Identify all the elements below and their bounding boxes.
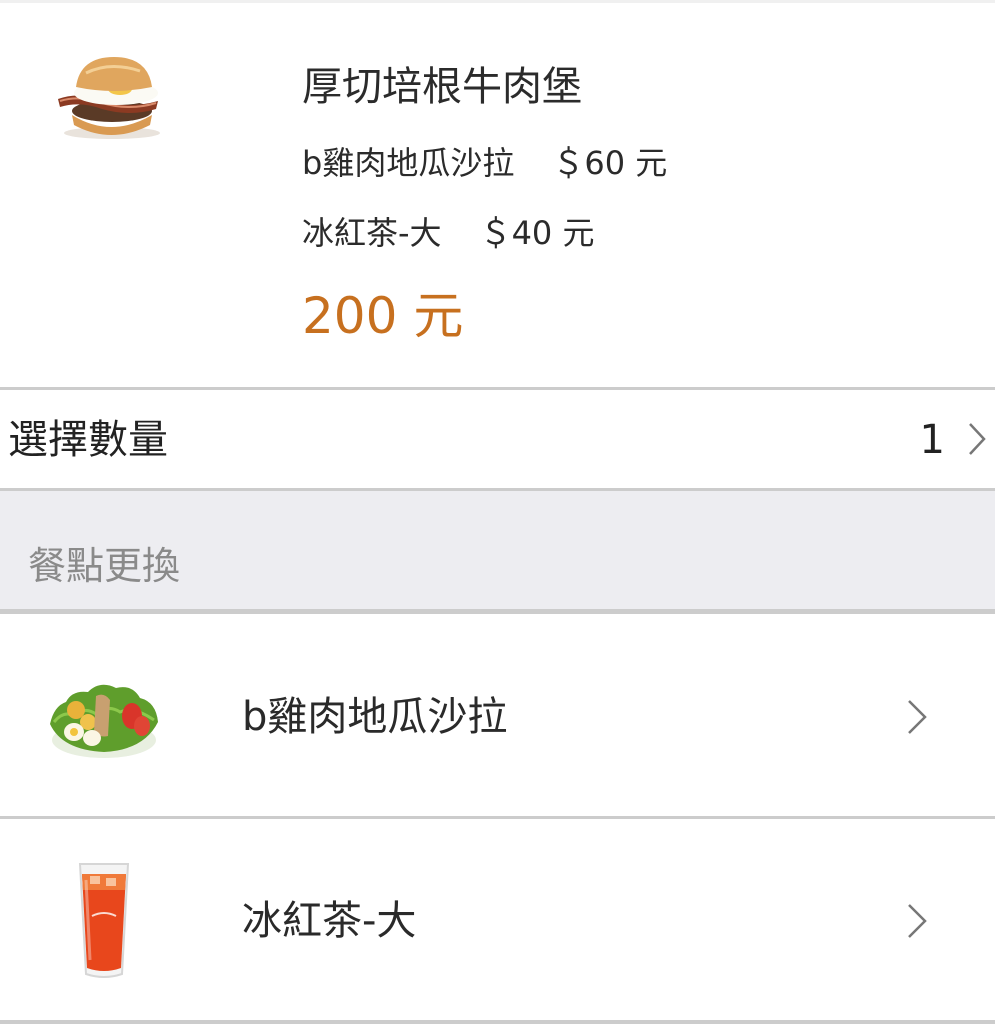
swap-item-iced-tea[interactable]: 冰紅茶-大 — [0, 820, 995, 1020]
quantity-label: 選擇數量 — [8, 417, 168, 463]
section-title: 餐點更換 — [28, 544, 181, 588]
combo-item: b雞肉地瓜沙拉 ＄60 元 — [302, 142, 667, 184]
section-header: 餐點更換 — [0, 491, 995, 609]
total-price: 200 元 — [302, 287, 464, 345]
chevron-right-icon — [969, 423, 986, 455]
product-title: 厚切培根牛肉堡 — [302, 64, 582, 110]
combo-item-name: b雞肉地瓜沙拉 — [302, 144, 515, 182]
chevron-right-icon — [908, 700, 927, 734]
divider — [0, 816, 995, 819]
iced-tea-image — [78, 863, 130, 978]
combo-item-price: ＄60 元 — [552, 144, 668, 182]
swap-item-name: b雞肉地瓜沙拉 — [242, 694, 508, 740]
burger-image — [58, 57, 160, 139]
product-summary: 厚切培根牛肉堡 b雞肉地瓜沙拉 ＄60 元 冰紅茶-大 ＄40 元 200 元 — [0, 3, 995, 387]
combo-item-price: ＄40 元 — [479, 214, 595, 252]
chevron-right-icon — [908, 904, 927, 938]
combo-item-name: 冰紅茶-大 — [302, 214, 442, 252]
combo-item: 冰紅茶-大 ＄40 元 — [302, 212, 594, 254]
salad-image — [50, 684, 158, 758]
divider — [0, 1020, 995, 1024]
swap-item-name: 冰紅茶-大 — [242, 898, 417, 944]
quantity-selector-row[interactable]: 選擇數量 1 — [0, 390, 995, 488]
divider — [0, 609, 995, 614]
quantity-value: 1 — [919, 417, 945, 463]
swap-item-salad[interactable]: b雞肉地瓜沙拉 — [0, 616, 995, 816]
